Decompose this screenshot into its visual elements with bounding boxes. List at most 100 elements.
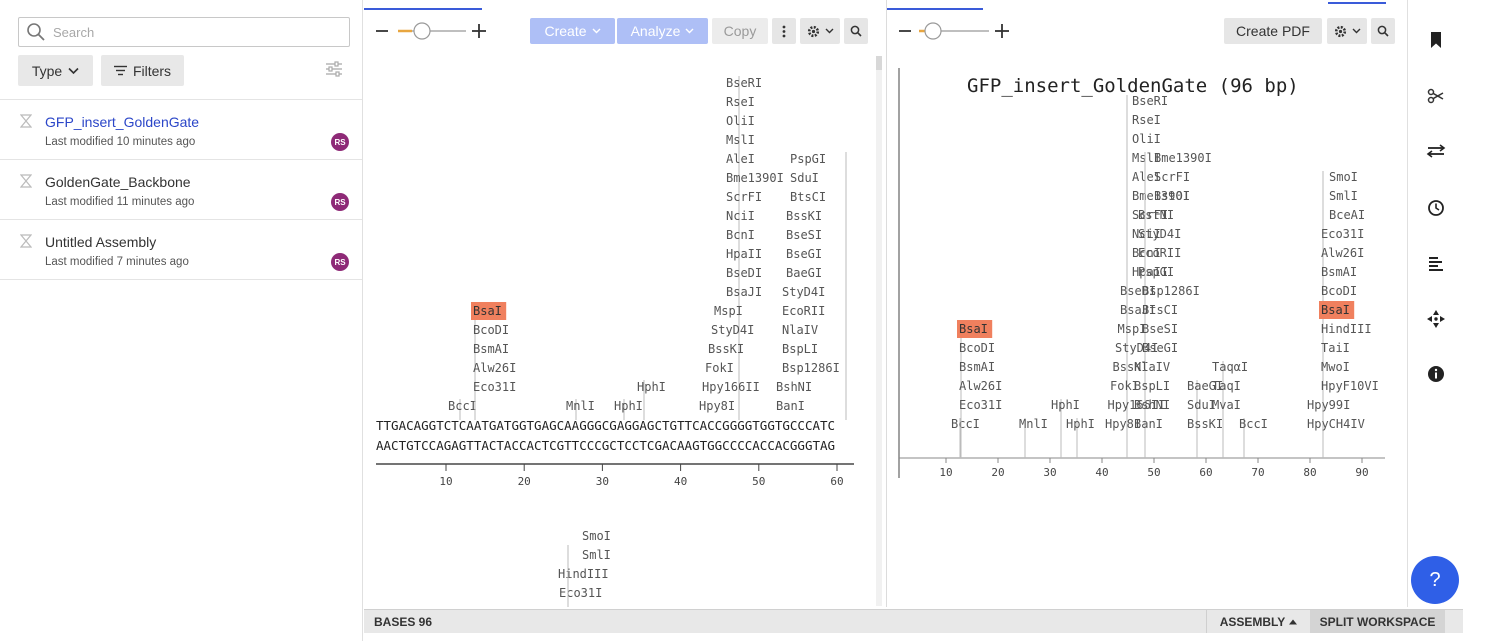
enzyme-label: AleI — [726, 152, 755, 166]
ruler-tick-label: 30 — [596, 475, 609, 488]
settings-dropdown-button[interactable] — [800, 18, 840, 44]
enzyme-label: BshNI — [1134, 398, 1170, 412]
ruler-tick-label: 60 — [830, 475, 843, 488]
enzyme-label: HpaII — [726, 247, 762, 261]
history-icon[interactable] — [1426, 198, 1446, 218]
kebab-icon — [782, 25, 786, 37]
gear-icon — [1334, 25, 1346, 37]
scissors-icon[interactable] — [1426, 86, 1446, 106]
sequence-view[interactable]: BccI Eco31I Alw26I BsmAI BcoDI BsaI MnlI HphI Hp… — [364, 48, 884, 607]
enzyme-label: Hpy99I — [1307, 398, 1350, 412]
help-button[interactable]: ? — [1411, 556, 1459, 604]
copy-button[interactable]: Copy — [712, 18, 768, 44]
avatar: RS — [331, 253, 349, 271]
enzyme-label: HindIII — [558, 567, 609, 581]
type-filter-button[interactable]: Type — [18, 55, 93, 86]
enzyme-label: BshNI — [776, 380, 812, 394]
enzyme-label: BcoDI — [959, 341, 995, 355]
split-workspace-label: SPLIT WORKSPACE — [1319, 614, 1436, 629]
document-item[interactable]: Untitled Assembly Last modified 7 minute… — [0, 220, 362, 280]
caret-up-icon — [1289, 619, 1298, 624]
enzyme-label: Eco31I — [559, 586, 602, 600]
enzyme-label: Bme1390I — [1154, 151, 1212, 165]
hourglass-icon — [20, 234, 32, 248]
document-item[interactable]: GFP_insert_GoldenGate Last modified 10 m… — [0, 100, 362, 160]
chevron-down-icon — [68, 67, 79, 74]
enzyme-label: BspLI — [1134, 379, 1170, 393]
document-item[interactable]: GoldenGate_Backbone Last modified 11 min… — [0, 160, 362, 220]
enzyme-label: HphI — [637, 380, 666, 394]
assembly-toggle[interactable]: ASSEMBLY — [1206, 610, 1310, 633]
map-axis-label: 40 — [1095, 466, 1108, 479]
active-tab-indicator — [887, 8, 983, 10]
enzyme-label: BseGI — [786, 247, 822, 261]
transfer-icon[interactable] — [1426, 141, 1446, 161]
search-icon — [850, 25, 862, 37]
enzyme-label: MnlI — [566, 399, 595, 413]
enzyme-label: BceAI — [1329, 208, 1365, 222]
bases-count: BASES 96 — [374, 615, 433, 629]
avatar: RS — [331, 133, 349, 151]
settings-dropdown-button[interactable] — [1327, 18, 1367, 44]
enzyme-label: BsmAI — [959, 360, 995, 374]
create-label: Create — [544, 23, 587, 39]
map-axis-label: 10 — [939, 466, 952, 479]
enzyme-label: BssKI — [708, 342, 744, 356]
enzyme-label: MnlI — [1019, 417, 1048, 431]
enzyme-label: BaeGI — [786, 266, 822, 280]
enzyme-label: SmlI — [1329, 189, 1358, 203]
crosshair-icon[interactable] — [1426, 309, 1446, 329]
enzyme-label: HpyF10VI — [1321, 379, 1379, 393]
create-button[interactable]: Create — [530, 18, 615, 44]
enzyme-label: BcnI — [726, 228, 755, 242]
analyze-label: Analyze — [630, 23, 681, 39]
enzyme-label: Alw26I — [473, 361, 516, 375]
enzyme-label: PspGI — [1138, 265, 1174, 279]
enzyme-label: MspI — [714, 304, 743, 318]
map-axis-label: 30 — [1043, 466, 1056, 479]
avatar: RS — [331, 193, 349, 211]
create-pdf-button[interactable]: Create PDF — [1224, 18, 1322, 44]
enzyme-label: TaqαI — [1212, 360, 1248, 374]
gear-icon — [807, 25, 819, 37]
search-map-button[interactable] — [1371, 18, 1395, 44]
info-icon[interactable] — [1426, 364, 1446, 384]
enzyme-label: BstOI — [1154, 189, 1190, 203]
scrollbar[interactable] — [876, 56, 882, 606]
align-left-icon[interactable] — [1426, 254, 1446, 274]
document-modified: Last modified 11 minutes ago — [45, 196, 195, 208]
status-bar: BASES 96 ASSEMBLY SPLIT WORKSPACE — [364, 609, 1463, 633]
filters-button[interactable]: Filters — [101, 55, 184, 86]
search-icon — [27, 23, 45, 41]
chevron-down-icon — [592, 28, 601, 34]
enzyme-label: ScrFI — [726, 190, 762, 204]
enzyme-label: StyD4I — [711, 323, 754, 337]
zoom-slider[interactable] — [374, 20, 494, 42]
hourglass-icon — [20, 114, 32, 128]
search-sequence-button[interactable] — [844, 18, 868, 44]
document-name: GFP_insert_GoldenGate — [45, 114, 200, 130]
ruler-tick-label: 40 — [674, 475, 687, 488]
linear-map[interactable]: GFP_insert_GoldenGate (96 bp)10 20 30 40 50 6… — [887, 48, 1406, 607]
bookmark-icon[interactable] — [1426, 30, 1446, 50]
sequence-editor-pane: Create Analyze Copy BccI Eco31I Alw26I BsmA… — [364, 0, 884, 607]
enzyme-label: HphI — [614, 399, 643, 413]
search-input[interactable] — [53, 22, 343, 42]
sliders-icon[interactable] — [325, 60, 343, 78]
search-box[interactable] — [18, 17, 350, 47]
enzyme-label: TaqI — [1212, 379, 1241, 393]
active-tab-indicator — [1328, 2, 1386, 4]
create-pdf-label: Create PDF — [1236, 23, 1310, 39]
tools-rail — [1328, 0, 1463, 607]
analyze-button[interactable]: Analyze — [617, 18, 708, 44]
split-workspace-button[interactable]: SPLIT WORKSPACE — [1310, 610, 1445, 633]
zoom-slider[interactable] — [897, 20, 1017, 42]
enzyme-label: SduI — [790, 171, 819, 185]
map-pane: Create PDF GFP_insert_GoldenGate (96 bp)… — [886, 0, 1406, 607]
hourglass-icon — [20, 174, 32, 188]
map-toolbar: Create PDF — [887, 18, 1406, 46]
more-options-button[interactable] — [772, 18, 796, 44]
enzyme-label: FokI — [705, 361, 734, 375]
enzyme-label: SmoI — [1329, 170, 1358, 184]
copy-label: Copy — [723, 23, 757, 39]
